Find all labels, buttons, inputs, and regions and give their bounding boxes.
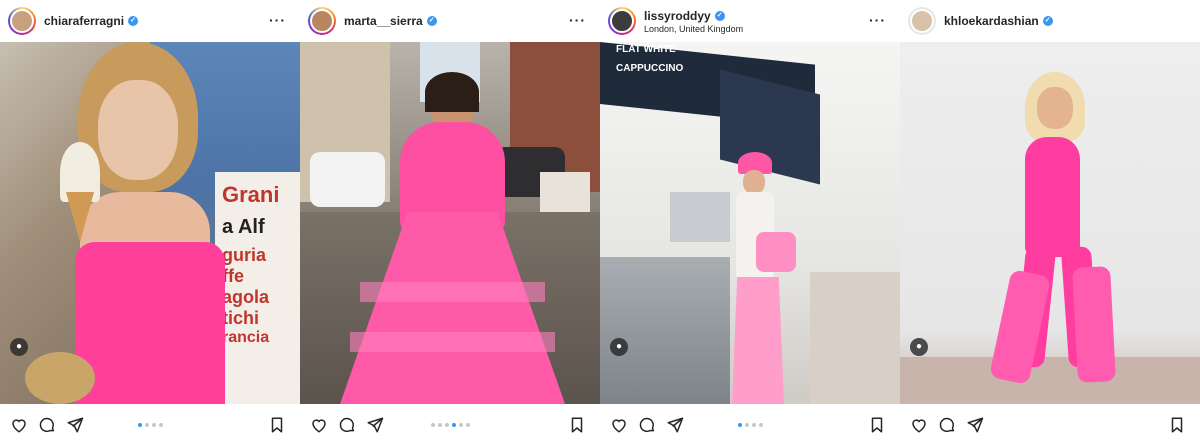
post-location[interactable]: London, United Kingdom xyxy=(644,24,743,34)
avatar[interactable] xyxy=(608,7,636,35)
heart-icon[interactable] xyxy=(910,416,928,434)
user-tag-icon[interactable]: ● xyxy=(910,338,928,356)
menu-line: FLAT WHITE xyxy=(616,44,676,55)
comment-icon[interactable] xyxy=(938,416,956,434)
comment-icon[interactable] xyxy=(338,416,356,434)
bookmark-icon[interactable] xyxy=(1168,416,1186,434)
sign-line: Grani xyxy=(222,182,280,207)
verified-badge-icon: ✓ xyxy=(426,16,437,26)
post-actions xyxy=(600,404,900,445)
post-photo[interactable] xyxy=(900,42,1200,404)
send-icon[interactable] xyxy=(366,416,384,434)
post-header: khloekardashian ✓ xyxy=(900,0,1200,42)
post-header: lissyroddyy ✓ London, United Kingdom ··· xyxy=(600,0,900,42)
post-card: chiaraferragni ✓ ··· Grani a Alf guria f… xyxy=(0,0,300,445)
bookmark-icon[interactable] xyxy=(868,416,886,434)
heart-icon[interactable] xyxy=(10,416,28,434)
comment-icon[interactable] xyxy=(638,416,656,434)
more-icon[interactable]: ··· xyxy=(269,12,286,28)
post-card: lissyroddyy ✓ London, United Kingdom ···… xyxy=(600,0,900,445)
send-icon[interactable] xyxy=(66,416,84,434)
bookmark-icon[interactable] xyxy=(268,416,286,434)
heart-icon[interactable] xyxy=(310,416,328,434)
more-icon[interactable]: ··· xyxy=(869,12,886,28)
post-actions xyxy=(0,404,300,445)
post-actions xyxy=(300,404,600,445)
more-icon[interactable]: ··· xyxy=(569,12,586,28)
comment-icon[interactable] xyxy=(38,416,56,434)
avatar[interactable] xyxy=(908,7,936,35)
bookmark-icon[interactable] xyxy=(568,416,586,434)
sign-line: ffe xyxy=(222,266,244,286)
post-photo[interactable]: FLAT WHITE CAPPUCCINO xyxy=(600,42,900,404)
send-icon[interactable] xyxy=(966,416,984,434)
avatar[interactable] xyxy=(8,7,36,35)
post-strip: chiaraferragni ✓ ··· Grani a Alf guria f… xyxy=(0,0,1200,445)
send-icon[interactable] xyxy=(666,416,684,434)
user-tag-icon[interactable]: ● xyxy=(10,338,28,356)
wall-sign: Grani a Alf guria ffe agola tichi rancia xyxy=(222,182,300,347)
post-actions xyxy=(900,404,1200,445)
username[interactable]: lissyroddyy xyxy=(644,9,711,23)
username[interactable]: marta__sierra xyxy=(344,14,423,28)
avatar[interactable] xyxy=(308,7,336,35)
post-photo[interactable]: Grani a Alf guria ffe agola tichi rancia xyxy=(0,42,300,404)
sign-line: a Alf xyxy=(222,216,265,238)
menu-line: CAPPUCCINO xyxy=(616,63,684,74)
sign-line: tichi xyxy=(222,308,260,328)
verified-badge-icon: ✓ xyxy=(1042,16,1053,26)
username[interactable]: khloekardashian xyxy=(944,14,1039,28)
user-tag-icon[interactable]: ● xyxy=(610,338,628,356)
post-header: chiaraferragni ✓ ··· xyxy=(0,0,300,42)
menu-board: FLAT WHITE CAPPUCCINO xyxy=(616,44,796,74)
post-header: marta__sierra ✓ ··· xyxy=(300,0,600,42)
post-card: khloekardashian ✓ ● xyxy=(900,0,1200,445)
sign-line: agola xyxy=(222,287,270,307)
verified-badge-icon: ✓ xyxy=(714,10,725,21)
sign-line: rancia xyxy=(222,329,270,346)
heart-icon[interactable] xyxy=(610,416,628,434)
verified-badge-icon: ✓ xyxy=(128,16,139,26)
sign-line: guria xyxy=(222,245,267,265)
post-card: marta__sierra ✓ ··· xyxy=(300,0,600,445)
username[interactable]: chiaraferragni xyxy=(44,14,124,28)
post-photo[interactable] xyxy=(300,42,600,404)
